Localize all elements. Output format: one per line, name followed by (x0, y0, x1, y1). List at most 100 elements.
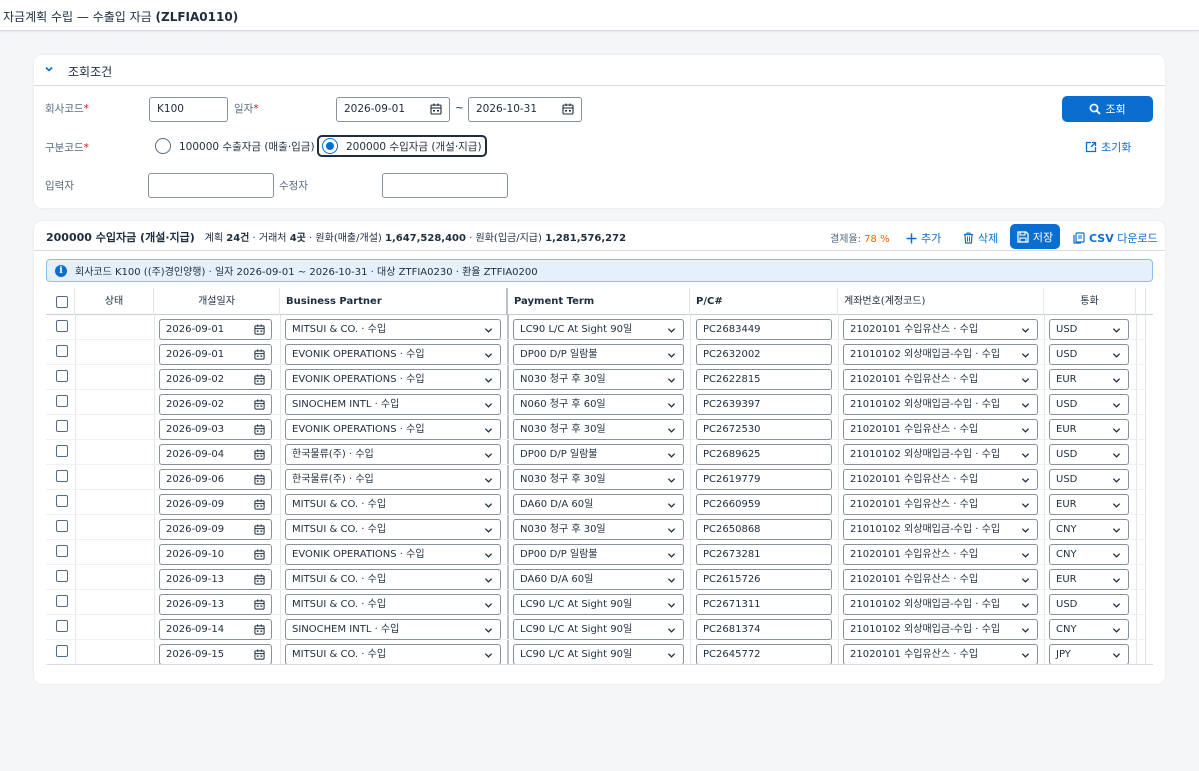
date-cell-input[interactable]: 2026-09-01 (159, 344, 272, 365)
row-checkbox[interactable] (56, 370, 68, 382)
calendar-icon[interactable] (254, 449, 265, 460)
header-currency[interactable]: 통화 (1044, 288, 1136, 315)
account-select[interactable]: 21020101 수입유산스 · 수입 (843, 369, 1038, 390)
date-cell-input[interactable]: 2026-09-03 (159, 419, 272, 440)
partner-select[interactable]: SINOCHEM INTL · 수입 (285, 619, 501, 640)
date-cell-input[interactable]: 2026-09-01 (159, 319, 272, 340)
type-radio-import[interactable]: 200000 수입자금 (개설·지급) (317, 135, 487, 157)
partner-select[interactable]: EVONIK OPERATIONS · 수입 (285, 369, 501, 390)
account-select[interactable]: 21020101 수입유산스 · 수입 (843, 494, 1038, 515)
reset-button[interactable]: 초기화 (1085, 139, 1131, 155)
header-pc-number[interactable]: P/C# (690, 288, 838, 315)
date-cell-input[interactable]: 2026-09-09 (159, 494, 272, 515)
row-checkbox[interactable] (56, 470, 68, 482)
currency-select[interactable]: USD (1049, 344, 1129, 365)
currency-select[interactable]: USD (1049, 594, 1129, 615)
currency-select[interactable]: CNY (1049, 619, 1129, 640)
pc-number-input[interactable]: PC2660959 (696, 494, 832, 515)
row-checkbox[interactable] (56, 320, 68, 332)
row-checkbox[interactable] (56, 420, 68, 432)
chevron-down-icon[interactable] (43, 63, 55, 75)
pc-number-input[interactable]: PC2619779 (696, 469, 832, 490)
pc-number-input[interactable]: PC2681374 (696, 619, 832, 640)
search-button[interactable]: 조회 (1062, 96, 1153, 122)
payment-term-select[interactable]: DA60 D/A 60일 (513, 494, 684, 515)
calendar-icon[interactable] (254, 474, 265, 485)
payment-term-select[interactable]: DP00 D/P 일람불 (513, 344, 684, 365)
delete-button[interactable]: 삭제 (963, 230, 998, 246)
payment-term-select[interactable]: LC90 L/C At Sight 90일 (513, 644, 684, 664)
payment-term-select[interactable]: N030 청구 후 30일 (513, 519, 684, 540)
calendar-icon[interactable] (254, 549, 265, 560)
pc-number-input[interactable]: PC2622815 (696, 369, 832, 390)
add-button[interactable]: 추가 (906, 230, 941, 246)
currency-select[interactable]: EUR (1049, 569, 1129, 590)
currency-select[interactable]: USD (1049, 319, 1129, 340)
account-select[interactable]: 21010102 외상매입금-수입 · 수입 (843, 519, 1038, 540)
csv-download-button[interactable]: CSV 다운로드 (1073, 230, 1158, 246)
account-select[interactable]: 21010102 외상매입금-수입 · 수입 (843, 394, 1038, 415)
account-select[interactable]: 21020101 수입유산스 · 수입 (843, 644, 1038, 664)
type-radio-export[interactable]: 100000 수출자금 (매출·입금) (155, 136, 315, 156)
row-checkbox[interactable] (56, 495, 68, 507)
row-checkbox[interactable] (56, 395, 68, 407)
currency-select[interactable]: EUR (1049, 419, 1129, 440)
currency-select[interactable]: USD (1049, 444, 1129, 465)
pc-number-input[interactable]: PC2645772 (696, 644, 832, 664)
header-business-partner[interactable]: Business Partner (280, 288, 508, 315)
calendar-icon[interactable] (562, 103, 574, 115)
date-cell-input[interactable]: 2026-09-13 (159, 569, 272, 590)
calendar-icon[interactable] (254, 574, 265, 585)
payment-term-select[interactable]: LC90 L/C At Sight 90일 (513, 319, 684, 340)
partner-select[interactable]: MITSUI & CO. · 수입 (285, 494, 501, 515)
filter-header[interactable]: 조회조건 (34, 55, 1165, 86)
date-from-input[interactable]: 2026-09-01 (336, 97, 450, 122)
calendar-icon[interactable] (254, 399, 265, 410)
currency-select[interactable]: JPY (1049, 644, 1129, 664)
date-cell-input[interactable]: 2026-09-04 (159, 444, 272, 465)
account-select[interactable]: 21020101 수입유산스 · 수입 (843, 419, 1038, 440)
row-checkbox[interactable] (56, 620, 68, 632)
header-date[interactable]: 개설일자 (154, 288, 280, 315)
currency-select[interactable]: USD (1049, 394, 1129, 415)
row-checkbox[interactable] (56, 445, 68, 457)
vertical-scrollbar[interactable] (1145, 288, 1153, 664)
partner-select[interactable]: MITSUI & CO. · 수입 (285, 519, 501, 540)
date-to-input[interactable]: 2026-10-31 (468, 97, 582, 122)
currency-select[interactable]: EUR (1049, 369, 1129, 390)
currency-select[interactable]: CNY (1049, 544, 1129, 565)
select-all-checkbox[interactable] (56, 296, 68, 308)
date-cell-input[interactable]: 2026-09-13 (159, 594, 272, 615)
creator-input[interactable] (148, 173, 274, 198)
header-payment-term[interactable]: Payment Term (508, 288, 690, 315)
date-cell-input[interactable]: 2026-09-02 (159, 369, 272, 390)
date-cell-input[interactable]: 2026-09-14 (159, 619, 272, 640)
payment-term-select[interactable]: LC90 L/C At Sight 90일 (513, 594, 684, 615)
partner-select[interactable]: EVONIK OPERATIONS · 수입 (285, 544, 501, 565)
row-checkbox[interactable] (56, 595, 68, 607)
calendar-icon[interactable] (254, 624, 265, 635)
date-cell-input[interactable]: 2026-09-15 (159, 644, 272, 664)
currency-select[interactable]: EUR (1049, 494, 1129, 515)
partner-select[interactable]: EVONIK OPERATIONS · 수입 (285, 419, 501, 440)
pc-number-input[interactable]: PC2673281 (696, 544, 832, 565)
payment-term-select[interactable]: DA60 D/A 60일 (513, 569, 684, 590)
payment-term-select[interactable]: N030 청구 후 30일 (513, 469, 684, 490)
account-select[interactable]: 21020101 수입유산스 · 수입 (843, 319, 1038, 340)
pc-number-input[interactable]: PC2632002 (696, 344, 832, 365)
partner-select[interactable]: SINOCHEM INTL · 수입 (285, 394, 501, 415)
pc-number-input[interactable]: PC2689625 (696, 444, 832, 465)
calendar-icon[interactable] (254, 424, 265, 435)
account-select[interactable]: 21010102 외상매입금-수입 · 수입 (843, 444, 1038, 465)
date-cell-input[interactable]: 2026-09-06 (159, 469, 272, 490)
payment-term-select[interactable]: LC90 L/C At Sight 90일 (513, 619, 684, 640)
payment-term-select[interactable]: DP00 D/P 일람불 (513, 544, 684, 565)
row-checkbox[interactable] (56, 645, 68, 657)
partner-select[interactable]: MITSUI & CO. · 수입 (285, 319, 501, 340)
account-select[interactable]: 21020101 수입유산스 · 수입 (843, 569, 1038, 590)
calendar-icon[interactable] (254, 499, 265, 510)
date-cell-input[interactable]: 2026-09-09 (159, 519, 272, 540)
date-cell-input[interactable]: 2026-09-10 (159, 544, 272, 565)
calendar-icon[interactable] (254, 324, 265, 335)
partner-select[interactable]: 한국물류(주) · 수입 (285, 444, 501, 465)
